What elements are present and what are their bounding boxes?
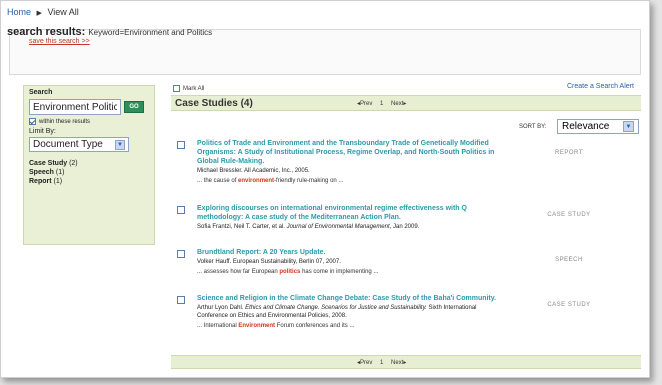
within-results-label: within these results: [39, 118, 91, 125]
result-meta: Michael Bressler. All Academic, Inc., 20…: [197, 168, 310, 174]
next-link[interactable]: Next▸: [391, 360, 406, 366]
page-title: search results: Keyword=Environment and …: [7, 26, 212, 38]
create-alert-link[interactable]: Create a Search Alert: [567, 83, 634, 90]
snippet-highlight: Environment: [238, 323, 276, 329]
page-number[interactable]: 1: [380, 101, 383, 107]
snippet-text: -friendly rule-making on ...: [274, 178, 344, 184]
facet-count: (1): [55, 169, 65, 176]
result-snippet: ... the cause of environment-friendly ru…: [197, 177, 509, 185]
facet-item[interactable]: Report (1): [29, 178, 149, 185]
result-item: Exploring discourses on international en…: [177, 204, 509, 231]
sort-value: Relevance: [562, 121, 610, 132]
search-label: Search: [29, 89, 53, 96]
snippet-text: Forum conferences and its ...: [275, 323, 355, 329]
mark-all-label: Mark All: [183, 85, 205, 92]
pagination-bottom: ◂Prev 1 Next▸: [357, 359, 406, 366]
results-title-label: search results:: [7, 26, 86, 38]
mark-all-checkbox[interactable]: [173, 85, 180, 92]
result-title-link[interactable]: Brundtland Report: A 20 Years Update.: [197, 248, 509, 257]
facet-count: (2): [69, 160, 78, 167]
breadcrumb-arrow-icon: ▶: [36, 10, 42, 17]
facet-name[interactable]: Speech: [29, 169, 54, 176]
facet-name[interactable]: Case Study: [29, 160, 67, 167]
snippet-highlight: environment: [238, 178, 275, 184]
sort-select[interactable]: Relevance ▼: [557, 119, 639, 134]
prev-link[interactable]: ◂Prev: [357, 360, 372, 366]
result-type-label: CASE STUDY: [547, 212, 591, 218]
page-number[interactable]: 1: [380, 360, 383, 366]
result-snippet: ... assesses how far European politics h…: [197, 268, 509, 276]
meta-text: , Jan 2009.: [389, 224, 420, 230]
result-title-link[interactable]: Politics of Trade and Environment and th…: [197, 139, 509, 166]
meta-source: Ethics and Climate Change. Scenarios for…: [245, 305, 427, 311]
result-snippet: ... International Environment Forum conf…: [197, 322, 509, 330]
limit-by-select[interactable]: Document Type ▼: [29, 137, 129, 152]
result-title-link[interactable]: Science and Religion in the Climate Chan…: [197, 294, 509, 303]
snippet-highlight: politics: [279, 269, 301, 275]
facet-count: (1): [53, 178, 63, 185]
facet-list: Case Study (2) Speech (1) Report (1): [29, 160, 149, 185]
search-sidebar: Search GO within these results Limit By:…: [23, 85, 155, 245]
result-meta: Volker Hauff. European Sustainability, B…: [197, 259, 341, 265]
result-checkbox[interactable]: [177, 206, 185, 214]
meta-text: Arthur Lyon Dahl.: [197, 305, 246, 311]
result-item: Brundtland Report: A 20 Years Update. Vo…: [177, 248, 509, 276]
facet-item[interactable]: Case Study (2): [29, 160, 149, 167]
chevron-down-icon[interactable]: ▼: [623, 121, 634, 132]
breadcrumb-home-link[interactable]: Home: [7, 7, 31, 17]
sort-by-label: SORT BY:: [519, 124, 547, 130]
limit-by-value: Document Type: [33, 139, 103, 150]
meta-source: Journal of Environmental Management: [286, 224, 390, 230]
snippet-text: has come in implementing ...: [300, 269, 379, 275]
within-results-option[interactable]: within these results: [29, 118, 149, 125]
pagination-bar-bottom: ◂Prev 1 Next▸: [171, 355, 641, 369]
result-item: Science and Religion in the Climate Chan…: [177, 294, 509, 330]
pagination-top: ◂Prev 1 Next▸: [357, 100, 406, 107]
breadcrumb: Home ▶ View All: [7, 7, 79, 17]
result-checkbox[interactable]: [177, 141, 185, 149]
save-search-link[interactable]: save this search >>: [29, 38, 90, 45]
result-type-label: SPEECH: [555, 257, 583, 263]
prev-link[interactable]: ◂Prev: [357, 101, 372, 107]
snippet-text: ... the cause of: [197, 178, 239, 184]
snippet-text: ... International: [197, 323, 239, 329]
result-title-link[interactable]: Exploring discourses on international en…: [197, 204, 509, 222]
chevron-down-icon[interactable]: ▼: [115, 139, 125, 150]
next-link[interactable]: Next▸: [391, 101, 406, 107]
result-meta: Arthur Lyon Dahl. Ethics and Climate Cha…: [197, 304, 509, 320]
result-checkbox[interactable]: [177, 296, 185, 304]
result-item: Politics of Trade and Environment and th…: [177, 139, 509, 185]
facet-name[interactable]: Report: [29, 178, 52, 185]
result-checkbox[interactable]: [177, 250, 185, 258]
result-type-label: REPORT: [555, 150, 583, 156]
within-results-checkbox[interactable]: [29, 118, 36, 125]
facet-item[interactable]: Speech (1): [29, 169, 149, 176]
category-title: Case Studies (4): [175, 98, 253, 109]
go-button[interactable]: GO: [124, 101, 144, 113]
page: Home ▶ View All search results: Keyword=…: [0, 0, 650, 378]
search-input[interactable]: [29, 99, 121, 115]
mark-all-option[interactable]: Mark All: [173, 85, 204, 92]
result-meta: Sofia Frantzi, Neil T. Carter, et al. Jo…: [197, 223, 509, 231]
category-header: Case Studies (4) ◂Prev 1 Next▸: [171, 95, 641, 111]
meta-text: Sofia Frantzi, Neil T. Carter, et al.: [197, 224, 287, 230]
breadcrumb-current: View All: [47, 7, 79, 17]
snippet-text: ... assesses how far European: [197, 269, 280, 275]
limit-by-label: Limit By:: [29, 128, 56, 135]
results-keyword: Keyword=Environment and Politics: [88, 28, 213, 37]
result-type-label: CASE STUDY: [547, 302, 591, 308]
